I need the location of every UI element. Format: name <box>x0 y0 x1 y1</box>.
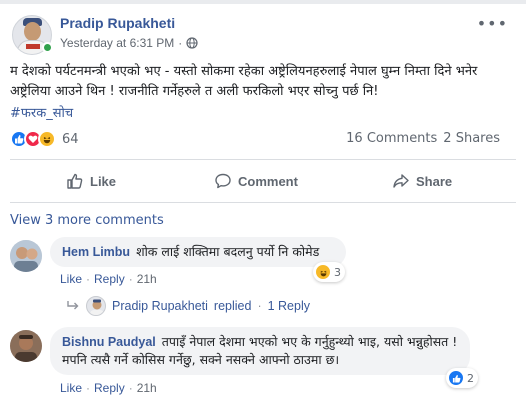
reactions-summary[interactable]: 64 <box>10 129 79 149</box>
comment-actions: Like · Reply · 21h <box>60 381 157 395</box>
avatar-badge <box>26 44 40 49</box>
comment-reaction-count: 3 <box>334 265 341 279</box>
comment-time[interactable]: 21h <box>137 272 157 286</box>
like-button[interactable]: Like <box>66 168 116 194</box>
comment-reaction-badge[interactable]: 2 <box>446 368 478 388</box>
reply-author: Pradip Rupakheti <box>112 299 208 313</box>
shares-count[interactable]: 2 Shares <box>443 131 500 146</box>
post-author-name[interactable]: Pradip Rupakheti <box>60 15 175 31</box>
haha-reaction-icon <box>38 130 56 148</box>
comment-bubble: Hem Limbu शोक लाई शक्तिमा बदलनु पर्यो नि … <box>50 237 346 267</box>
reaction-count[interactable]: 64 <box>62 132 79 147</box>
meta-separator: · <box>178 36 183 50</box>
share-button[interactable]: Share <box>392 168 452 194</box>
haha-icon <box>315 264 331 280</box>
divider <box>10 159 516 160</box>
reply-count: 1 Reply <box>267 299 310 313</box>
view-more-comments-link[interactable]: View 3 more comments <box>10 213 164 228</box>
divider <box>10 202 516 203</box>
comment-button[interactable]: Comment <box>214 168 298 194</box>
post-hashtag[interactable]: #फरक_सोच <box>10 103 73 121</box>
comment-author[interactable]: Hem Limbu <box>62 245 130 259</box>
comment-button-label: Comment <box>238 173 298 189</box>
reply-author-avatar <box>86 296 106 316</box>
commenter-avatar[interactable] <box>10 240 42 272</box>
share-button-label: Share <box>416 173 453 189</box>
comments-count[interactable]: 16 Comments <box>346 131 437 146</box>
comment-like-link[interactable]: Like <box>60 272 82 286</box>
top-border <box>0 0 526 4</box>
avatar-face <box>24 22 41 41</box>
like-button-label: Like <box>90 173 117 189</box>
comment-actions: Like · Reply · 21h <box>60 272 157 286</box>
share-icon <box>393 174 409 188</box>
like-icon <box>448 370 464 386</box>
post-meta: Yesterday at 6:31 PM · <box>60 36 198 50</box>
comment-reaction-badge[interactable]: 3 <box>313 262 345 282</box>
online-status-indicator <box>42 42 53 53</box>
comment-reply-link[interactable]: Reply <box>94 381 125 395</box>
commenter-avatar[interactable] <box>10 330 42 362</box>
reply-arrow-icon <box>67 301 79 310</box>
comment-time[interactable]: 21h <box>137 381 157 395</box>
post-text: म देशको पर्यटनमन्त्री भएको भए - यस्तो सो… <box>10 64 478 99</box>
post-timestamp[interactable]: Yesterday at 6:31 PM <box>60 36 174 50</box>
more-options-icon[interactable]: ••• <box>477 14 508 33</box>
comment-like-link[interactable]: Like <box>60 381 82 395</box>
thumbs-up-icon <box>67 173 83 189</box>
replies-summary[interactable]: Pradip Rupakheti replied · 1 Reply <box>66 296 310 316</box>
comment-reaction-count: 2 <box>467 371 474 385</box>
comment-reply-link[interactable]: Reply <box>94 272 125 286</box>
globe-icon[interactable] <box>186 37 198 49</box>
reply-verb: replied <box>213 299 252 313</box>
comment-bubble: Bishnu Paudyal तपाइँ नेपाल देशमा भएको भए … <box>50 327 470 375</box>
post-stats: 16 Comments 2 Shares <box>346 131 500 146</box>
comment-author[interactable]: Bishnu Paudyal <box>62 335 156 349</box>
comment-text: शोक लाई शक्तिमा बदलनु पर्यो नि कोमेड <box>136 244 320 259</box>
comment-icon <box>215 173 231 189</box>
